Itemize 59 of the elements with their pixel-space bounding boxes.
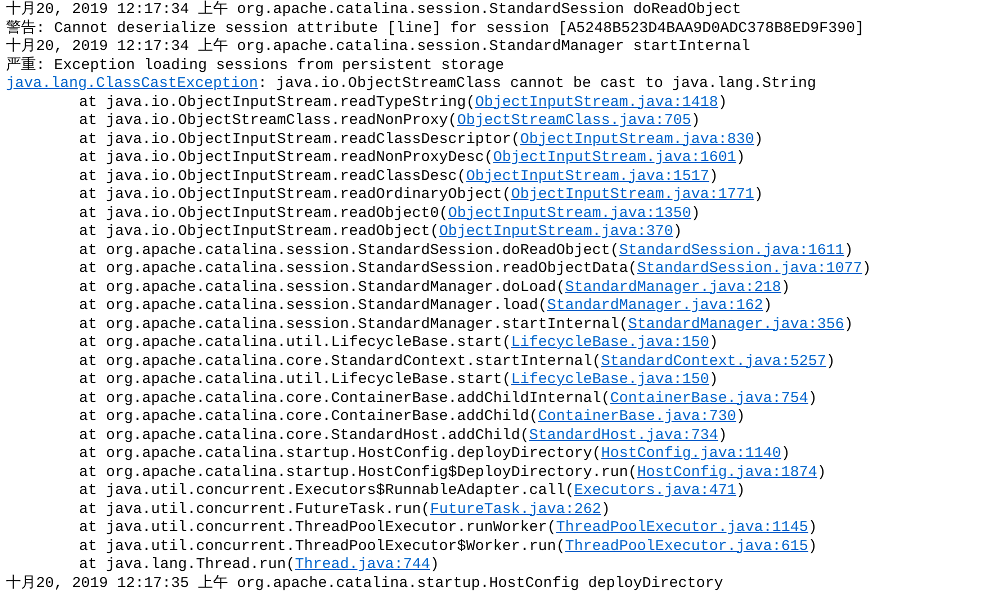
stack-trace-line: at org.apache.catalina.session.StandardManager.load(StandardManager.java:162) xyxy=(79,297,772,316)
stack-trace-line: at org.apache.catalina.util.LifecycleBase.start(LifecycleBase.java:150) xyxy=(79,334,718,352)
source-link[interactable]: java.lang.ClassCastException xyxy=(6,75,258,92)
stack-trace-line: at org.apache.catalina.core.StandardContext.startInternal(StandardContext.java:5257) xyxy=(79,352,836,371)
log-line: 十月20, 2019 12:17:34 上午 org.apache.catalina.session.StandardManager startInternal xyxy=(6,38,750,56)
stack-trace-line: at java.lang.Thread.run(Thread.java:744) xyxy=(79,556,440,574)
stack-trace-line: at org.apache.catalina.startup.HostConfig$DeployDirectory.run(HostConfig.java:1874) xyxy=(79,464,826,482)
stack-trace-line: at org.apache.catalina.session.StandardManager.doLoad(StandardManager.java:218) xyxy=(79,278,790,297)
stack-trace-line: at java.io.ObjectInputStream.readOrdinaryObject(ObjectInputStream.java:1771) xyxy=(79,186,764,204)
source-link[interactable]: FutureTask.java:262 xyxy=(430,500,602,518)
source-link[interactable]: ObjectInputStream.java:1418 xyxy=(475,94,718,110)
log-line: 严重: Exception loading sessions from persistent storage xyxy=(6,56,504,75)
stack-trace-line: at org.apache.catalina.session.StandardSession.doReadObject(StandardSession.java:1611) xyxy=(79,242,854,260)
source-link[interactable]: ThreadPoolExecutor.java:1145 xyxy=(556,519,808,536)
source-link[interactable]: StandardManager.java:218 xyxy=(565,278,782,296)
stack-trace-line: at java.util.concurrent.ThreadPoolExecutor.runWorker(ThreadPoolExecutor.java:1145) xyxy=(79,519,818,538)
stack-trace-line: at org.apache.catalina.core.ContainerBase.addChildInternal(ContainerBase.java:754) xyxy=(79,390,818,408)
stack-trace-line: at org.apache.catalina.session.StandardSession.readObjectData(StandardSession.java:1077) xyxy=(79,260,872,278)
source-link[interactable]: ObjectStreamClass.java:705 xyxy=(457,112,692,129)
log-line: 十月20, 2019 12:17:35 上午 org.apache.catalina.startup.HostConfig deployDirectory xyxy=(6,574,724,593)
source-link[interactable]: ThreadPoolExecutor.java:615 xyxy=(565,538,808,554)
log-line: java.lang.ClassCastException: java.io.ObjectStreamClass cannot be cast to java.lang.String xyxy=(6,75,816,94)
source-link[interactable]: Executors.java:471 xyxy=(574,482,736,499)
source-link[interactable]: ContainerBase.java:754 xyxy=(610,390,808,406)
source-link[interactable]: ObjectInputStream.java:1517 xyxy=(466,168,710,184)
stack-trace-line: at java.util.concurrent.ThreadPoolExecutor$Worker.run(ThreadPoolExecutor.java:615) xyxy=(79,538,818,556)
source-link[interactable]: StandardHost.java:734 xyxy=(529,426,718,444)
stack-trace-line: at java.io.ObjectInputStream.readNonProxyDesc(ObjectInputStream.java:1601) xyxy=(79,149,746,168)
source-link[interactable]: StandardManager.java:162 xyxy=(547,297,764,314)
stack-trace-line: at java.io.ObjectInputStream.readClassDescriptor(ObjectInputStream.java:830) xyxy=(79,130,764,149)
source-link[interactable]: ObjectInputStream.java:1771 xyxy=(511,186,754,203)
source-link[interactable]: ObjectInputStream.java:1601 xyxy=(493,149,736,166)
stack-trace-line: at org.apache.catalina.session.StandardManager.startInternal(StandardManager.java:356) xyxy=(79,316,854,334)
source-link[interactable]: LifecycleBase.java:150 xyxy=(511,371,710,388)
log-line: 十月20, 2019 12:17:34 上午 org.apache.catalina.session.StandardSession doReadObject xyxy=(6,1,742,20)
stack-trace-line: at java.util.concurrent.FutureTask.run(FutureTask.java:262) xyxy=(79,500,610,519)
stack-trace-line: at org.apache.catalina.util.LifecycleBase.start(LifecycleBase.java:150) xyxy=(79,371,718,390)
source-link[interactable]: ObjectInputStream.java:830 xyxy=(520,130,754,148)
stack-trace-line: at java.io.ObjectInputStream.readTypeString(ObjectInputStream.java:1418) xyxy=(79,94,728,112)
source-link[interactable]: LifecycleBase.java:150 xyxy=(511,334,710,351)
source-link[interactable]: StandardSession.java:1077 xyxy=(637,260,862,277)
source-link[interactable]: ObjectInputStream.java:370 xyxy=(439,223,674,240)
source-link[interactable]: StandardManager.java:356 xyxy=(628,316,844,332)
stack-trace-line: at org.apache.catalina.startup.HostConfig.deployDirectory(HostConfig.java:1140) xyxy=(79,445,790,464)
stack-trace-line: at org.apache.catalina.core.StandardHost.addChild(StandardHost.java:734) xyxy=(79,426,728,445)
stack-trace-line: at java.io.ObjectInputStream.readClassDesc(ObjectInputStream.java:1517) xyxy=(79,168,718,186)
source-link[interactable]: ObjectInputStream.java:1350 xyxy=(448,204,692,222)
stack-trace-line: at org.apache.catalina.core.ContainerBase.addChild(ContainerBase.java:730) xyxy=(79,408,746,426)
log-line: 警告: Cannot deserialize session attribute [line] for session [A5248B523D4BAA9D0ADC378B8ED9F390] xyxy=(6,20,864,38)
stack-trace-line: at java.io.ObjectInputStream.readObject(ObjectInputStream.java:370) xyxy=(79,223,682,242)
source-link[interactable]: StandardSession.java:1611 xyxy=(619,242,844,258)
source-link[interactable]: HostConfig.java:1874 xyxy=(637,464,818,480)
source-link[interactable]: StandardContext.java:5257 xyxy=(601,352,826,370)
source-link[interactable]: HostConfig.java:1140 xyxy=(601,445,782,462)
stack-trace-line: at java.io.ObjectInputStream.readObject0(ObjectInputStream.java:1350) xyxy=(79,204,700,223)
source-link[interactable]: Thread.java:744 xyxy=(295,556,430,573)
stack-trace-line: at java.io.ObjectStreamClass.readNonProxy(ObjectStreamClass.java:705) xyxy=(79,112,700,130)
source-link[interactable]: ContainerBase.java:730 xyxy=(538,408,736,425)
stack-trace-line: at java.util.concurrent.Executors$RunnableAdapter.call(Executors.java:471) xyxy=(79,482,746,500)
